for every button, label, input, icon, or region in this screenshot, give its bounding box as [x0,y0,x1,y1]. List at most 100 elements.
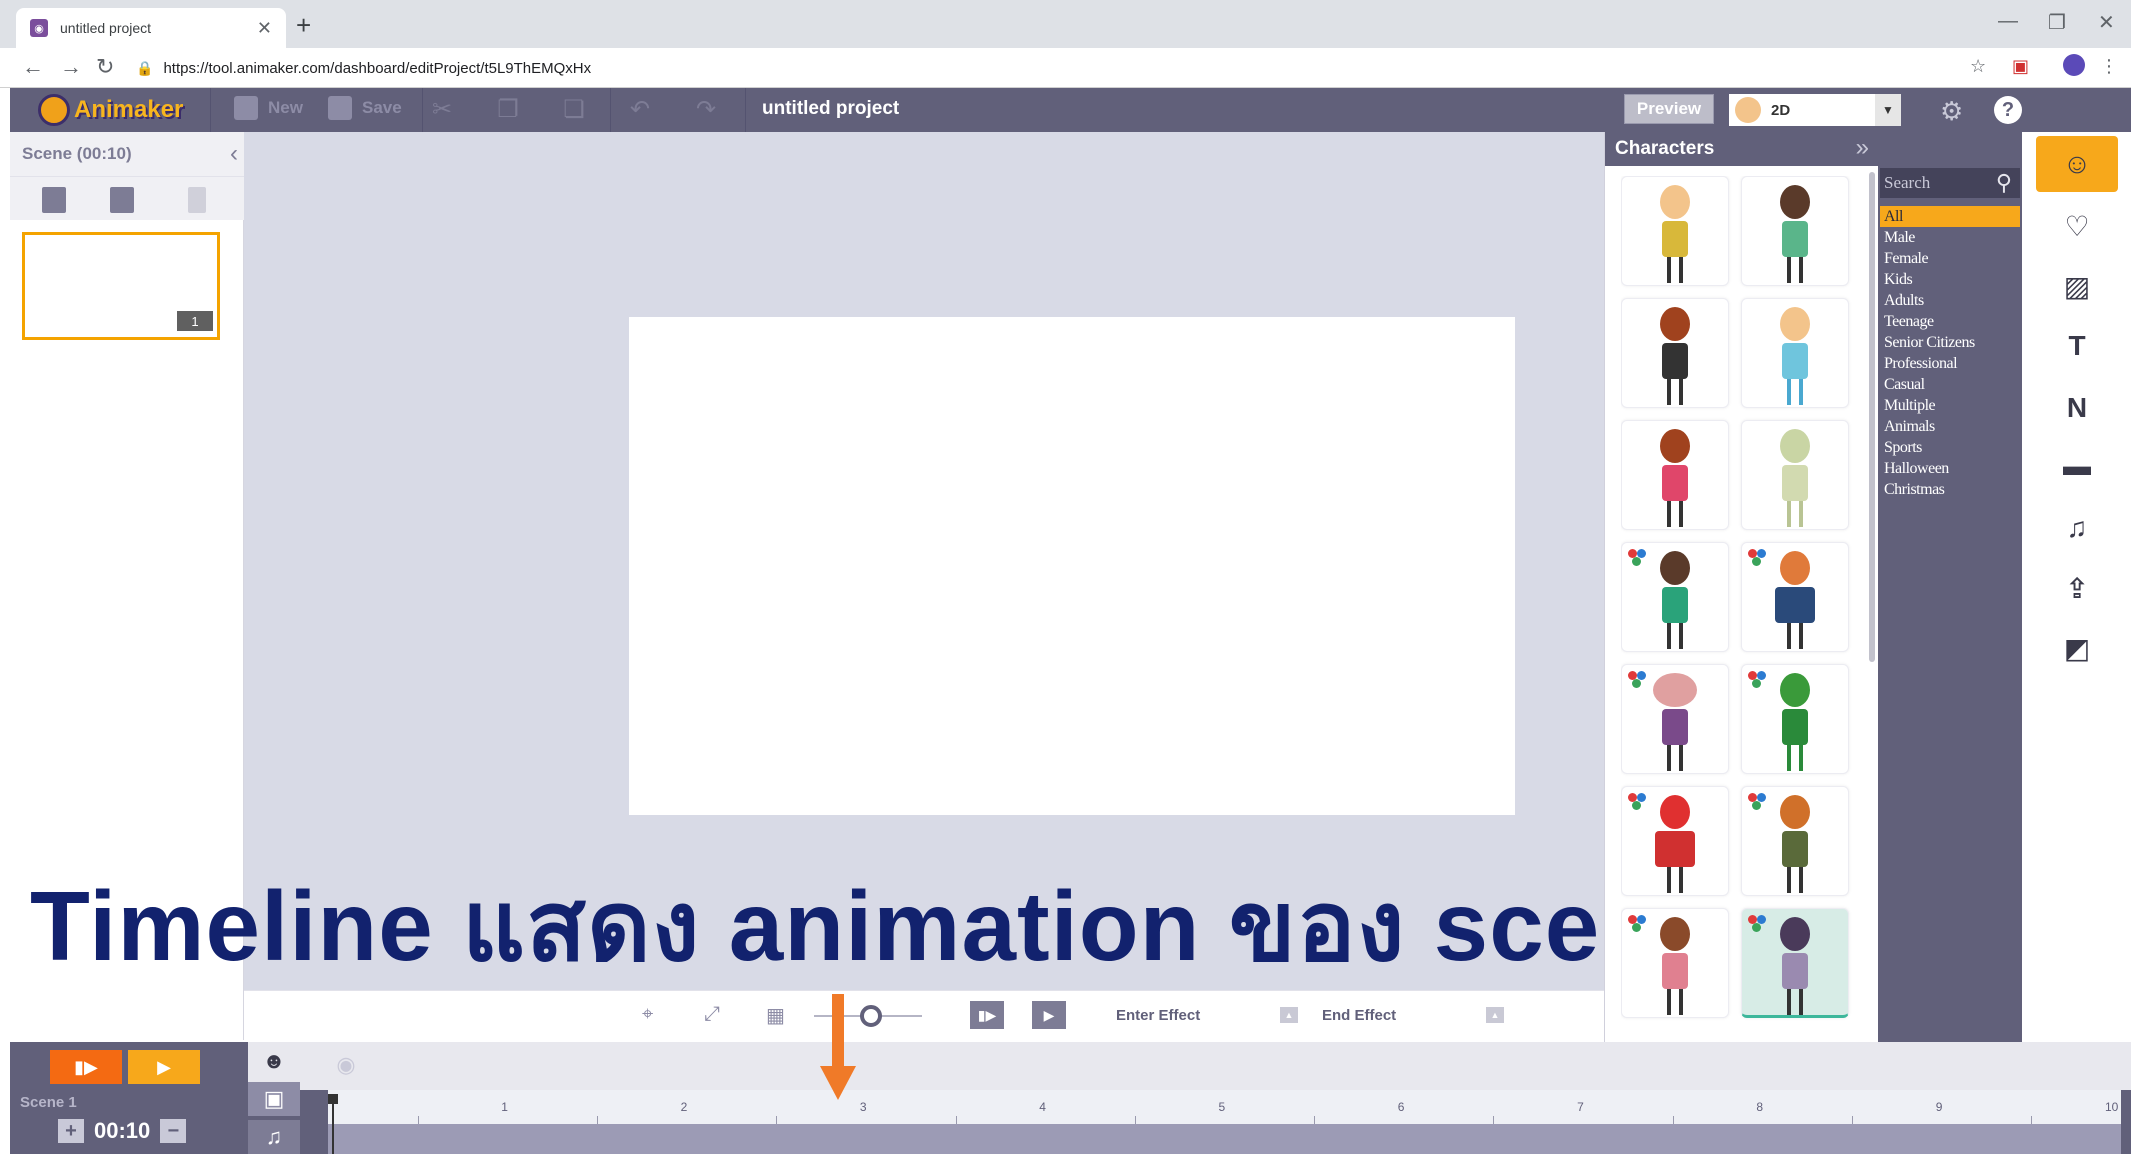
upload-tab-icon[interactable]: ⇪ [2036,560,2118,616]
bookmark-star-icon[interactable]: ☆ [1970,56,1986,77]
category-item[interactable]: Animals [1880,416,2020,437]
character-figure-icon [1780,673,1810,771]
character-card[interactable] [1621,908,1729,1018]
delete-scene-icon[interactable] [188,187,206,213]
transitions-tab-icon[interactable]: ◩ [2036,620,2118,676]
menu-icon[interactable]: ⋮ [2100,56,2118,77]
character-card[interactable] [1741,298,1849,408]
copy-icon[interactable]: ❐ [496,98,520,122]
text-tab-icon[interactable]: T [2036,318,2118,374]
backgrounds-tab-icon[interactable]: ▬ [2036,438,2118,494]
character-card[interactable] [1621,176,1729,286]
add-scene-icon[interactable] [42,187,66,213]
undo-icon[interactable]: ↶ [628,98,652,122]
characters-tab-icon[interactable]: ☺ [2036,136,2118,192]
image-tab-icon[interactable]: ▨ [2036,258,2118,314]
scene-thumbnail[interactable]: 1 [22,232,220,340]
timeline-ruler[interactable]: 1 2 3 4 5 6 7 8 9 10 [328,1090,2121,1124]
center-icon[interactable]: ⌖ [642,1003,653,1026]
play-scene-button[interactable]: ▶ [128,1050,200,1084]
character-card-selected[interactable] [1741,908,1849,1018]
play-icon[interactable]: ▶ [1032,1001,1066,1029]
timeline-track[interactable] [328,1124,2121,1154]
character-card[interactable] [1621,664,1729,774]
restore-icon[interactable]: ❐ [2048,10,2066,35]
end-effect-dropdown[interactable]: ▲ [1486,1007,1504,1023]
character-card[interactable] [1741,176,1849,286]
characters-scrollbar[interactable] [1869,172,1875,662]
category-item[interactable]: Senior Citizens [1880,332,2020,353]
enter-effect-label[interactable]: Enter Effect [1116,1007,1200,1024]
decrease-duration-button[interactable]: − [160,1119,187,1143]
character-card[interactable] [1741,542,1849,652]
search-icon[interactable]: ⚲ [1996,170,2012,196]
premium-flower-icon [1628,671,1646,689]
character-card[interactable] [1741,786,1849,896]
music-track-icon[interactable]: ♫ [248,1120,300,1154]
fit-screen-icon[interactable]: ⤢ [704,1003,720,1026]
stage-canvas[interactable] [629,317,1515,815]
enter-effect-dropdown[interactable]: ▲ [1280,1007,1298,1023]
character-card[interactable] [1621,298,1729,408]
category-item[interactable]: Kids [1880,269,2020,290]
character-card[interactable] [1741,664,1849,774]
category-item[interactable]: Sports [1880,437,2020,458]
category-item[interactable]: Female [1880,248,2020,269]
reload-icon[interactable]: ↻ [96,54,114,80]
collapse-chevron-icon[interactable]: ‹ [230,140,238,168]
new-tab-icon[interactable]: + [296,10,311,41]
expand-chevron-icon[interactable]: » [1856,134,1869,162]
redo-icon[interactable]: ↷ [694,98,718,122]
character-card[interactable] [1621,542,1729,652]
play-from-start-icon[interactable]: ▮▶ [970,1001,1004,1029]
category-item[interactable]: Teenage [1880,311,2020,332]
music-tab-icon[interactable]: ♫ [2036,500,2118,556]
character-card[interactable] [1621,420,1729,530]
character-card[interactable] [1741,420,1849,530]
numbers-tab-icon[interactable]: N [2036,380,2118,436]
url-field[interactable]: 🔒 https://tool.animaker.com/dashboard/ed… [136,53,1976,83]
eye-visibility-icon[interactable]: ◉ [326,1048,366,1082]
category-item[interactable]: Casual [1880,374,2020,395]
cut-icon[interactable]: ✂ [430,98,454,122]
close-window-icon[interactable]: ✕ [2098,10,2115,35]
help-icon[interactable]: ? [1994,96,2022,124]
category-item[interactable]: Halloween [1880,458,2020,479]
search-input[interactable]: Search ⚲ [1880,168,2020,198]
animaker-logo[interactable]: Animaker [38,93,183,127]
back-icon[interactable]: ← [22,54,44,80]
grid-icon[interactable]: ▦ [766,1003,785,1028]
mode-select[interactable]: 2D ▼ [1729,94,1901,126]
save-button[interactable]: Save [328,96,402,120]
play-scene-from-start-button[interactable]: ▮▶ [50,1050,122,1084]
duplicate-scene-icon[interactable] [110,187,134,213]
category-item[interactable]: Professional [1880,353,2020,374]
end-effect-label[interactable]: End Effect [1322,1007,1396,1024]
browser-tab[interactable]: ◉ untitled project ✕ [16,8,286,48]
props-tab-icon[interactable]: ♡ [2036,198,2118,254]
category-item[interactable]: Christmas [1880,479,2020,500]
increase-duration-button[interactable]: + [58,1119,84,1143]
category-item[interactable]: Multiple [1880,395,2020,416]
paste-icon[interactable]: ❏ [562,98,586,122]
category-item[interactable]: Adults [1880,290,2020,311]
new-button[interactable]: New [234,96,303,120]
zoom-slider-handle[interactable] [860,1005,882,1027]
preview-button[interactable]: Preview [1624,94,1714,124]
category-item[interactable]: Male [1880,227,2020,248]
camera-track-icon[interactable]: ▣ [248,1082,300,1116]
project-title[interactable]: untitled project [762,98,899,120]
extension-icon[interactable]: ▣ [2012,56,2029,77]
scene-panel-title: Scene (00:10) [22,144,132,163]
forward-icon[interactable]: → [60,54,82,80]
character-card[interactable] [1621,786,1729,896]
character-grid [1621,176,1853,1036]
robot-track-icon[interactable]: ☻ [248,1044,300,1078]
minimize-icon[interactable]: — [1998,10,2018,33]
category-item[interactable]: All [1880,206,2020,227]
gear-icon[interactable]: ⚙ [1940,96,1963,127]
timeline-playhead[interactable] [328,1094,338,1154]
profile-avatar[interactable] [2063,54,2085,76]
browser-tab-title: untitled project [60,20,152,36]
close-tab-icon[interactable]: ✕ [257,18,272,39]
